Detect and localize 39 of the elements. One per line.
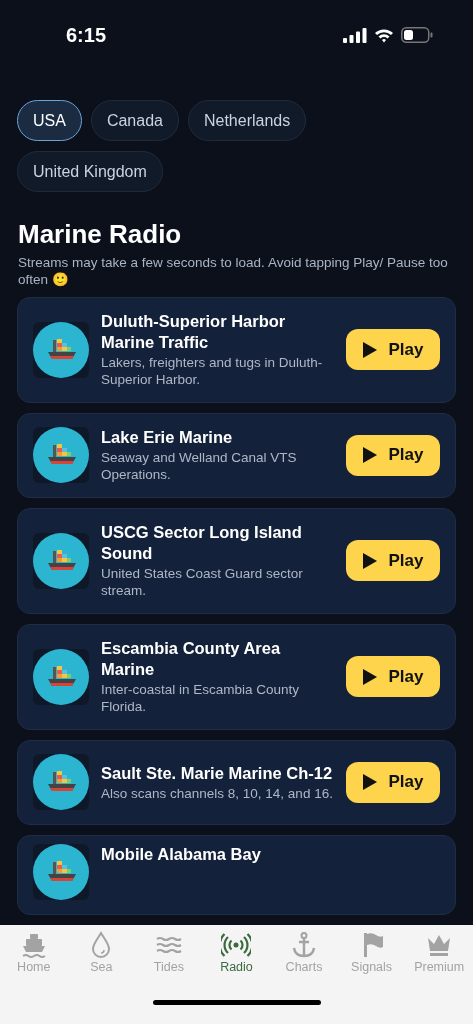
play-icon	[362, 447, 377, 463]
ship-icon	[33, 844, 89, 900]
ship-icon	[33, 648, 89, 705]
play-icon	[362, 341, 377, 358]
notice-text: Streams may take a few seconds to load. Avoid tapping Play/ Pause too often 🙂	[18, 254, 449, 288]
play-button[interactable]: Play	[346, 761, 440, 803]
tab-item[interactable]: Radio	[203, 931, 270, 974]
station-description: Seaway and Welland Canal VTS Operations.	[101, 449, 298, 483]
ship-icon	[33, 754, 89, 810]
status-time: 6:15	[66, 23, 107, 47]
region-chip[interactable]: United Kingdom	[17, 151, 163, 192]
station-title: Escambia County Area Marine	[101, 638, 282, 680]
region-chip[interactable]: USA	[17, 100, 82, 141]
play-icon	[362, 552, 377, 569]
play-button[interactable]: Play	[346, 656, 440, 697]
page-title: Marine Radio	[18, 218, 183, 250]
region-chip[interactable]: Canada	[90, 100, 179, 141]
ship-icon	[33, 532, 89, 589]
station-title: Duluth-Superior Harbor Marine Traffic	[101, 311, 287, 353]
signal-icon	[343, 27, 367, 43]
ship-icon	[33, 427, 89, 483]
station-title: Sault Ste. Marie Marine Ch-12	[101, 762, 334, 784]
station-description: United States Coast Guard sector stream.	[101, 565, 304, 599]
station-description: Lakers, freighters and tugs in Duluth-Superior Harbor.	[101, 354, 324, 388]
play-button[interactable]: Play	[346, 540, 440, 581]
play-button[interactable]: Play	[346, 434, 440, 476]
station-title: Lake Erie Marine	[101, 427, 234, 448]
station-description: Also scans channels 8, 10, 14, and 16.	[101, 784, 334, 802]
battery-icon	[401, 27, 433, 43]
station-title: Mobile Alabama Bay	[101, 844, 262, 865]
play-icon	[362, 668, 377, 685]
ship-icon	[33, 321, 89, 378]
play-icon	[362, 774, 377, 790]
wifi-icon	[374, 27, 394, 43]
station-description: Inter-coastal in Escambia County Florida.	[101, 681, 301, 715]
broadcast-icon	[221, 931, 252, 959]
play-button[interactable]: Play	[346, 329, 440, 370]
region-chip[interactable]: Netherlands	[187, 100, 307, 141]
station-title: USCG Sector Long Island Sound	[101, 522, 303, 564]
